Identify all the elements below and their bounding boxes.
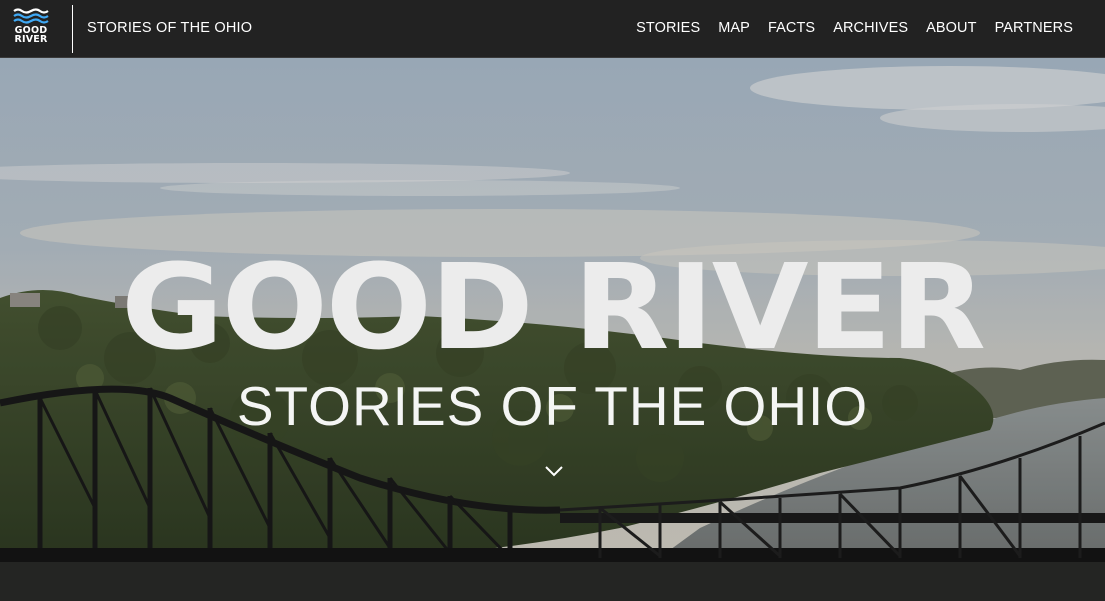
main-menu: STORIES MAP FACTS ARCHIVES ABOUT PARTNER…: [636, 20, 1073, 36]
hero-title: GOOD RIVER: [121, 238, 986, 376]
logo-word-river: RIVER: [14, 34, 48, 45]
nav-link-stories[interactable]: STORIES: [636, 20, 700, 36]
good-river-logo[interactable]: GOOD RIVER: [12, 8, 50, 48]
chevron-down-icon[interactable]: [544, 464, 564, 478]
nav-link-map[interactable]: MAP: [718, 20, 750, 36]
hero-subtitle: STORIES OF THE OHIO: [236, 375, 869, 437]
hero-banner: GOOD RIVER STORIES OF THE OHIO: [0, 58, 1105, 601]
logo-wordmark: GOOD RIVER: [14, 26, 48, 45]
wave-icon: [13, 8, 49, 24]
nav-link-facts[interactable]: FACTS: [768, 20, 815, 36]
nav-link-partners[interactable]: PARTNERS: [995, 20, 1073, 36]
site-title-link[interactable]: STORIES OF THE OHIO: [87, 20, 252, 36]
top-navigation: GOOD RIVER STORIES OF THE OHIO STORIES M…: [0, 0, 1105, 58]
nav-link-about[interactable]: ABOUT: [926, 20, 976, 36]
nav-link-archives[interactable]: ARCHIVES: [833, 20, 908, 36]
nav-divider: [72, 5, 73, 53]
